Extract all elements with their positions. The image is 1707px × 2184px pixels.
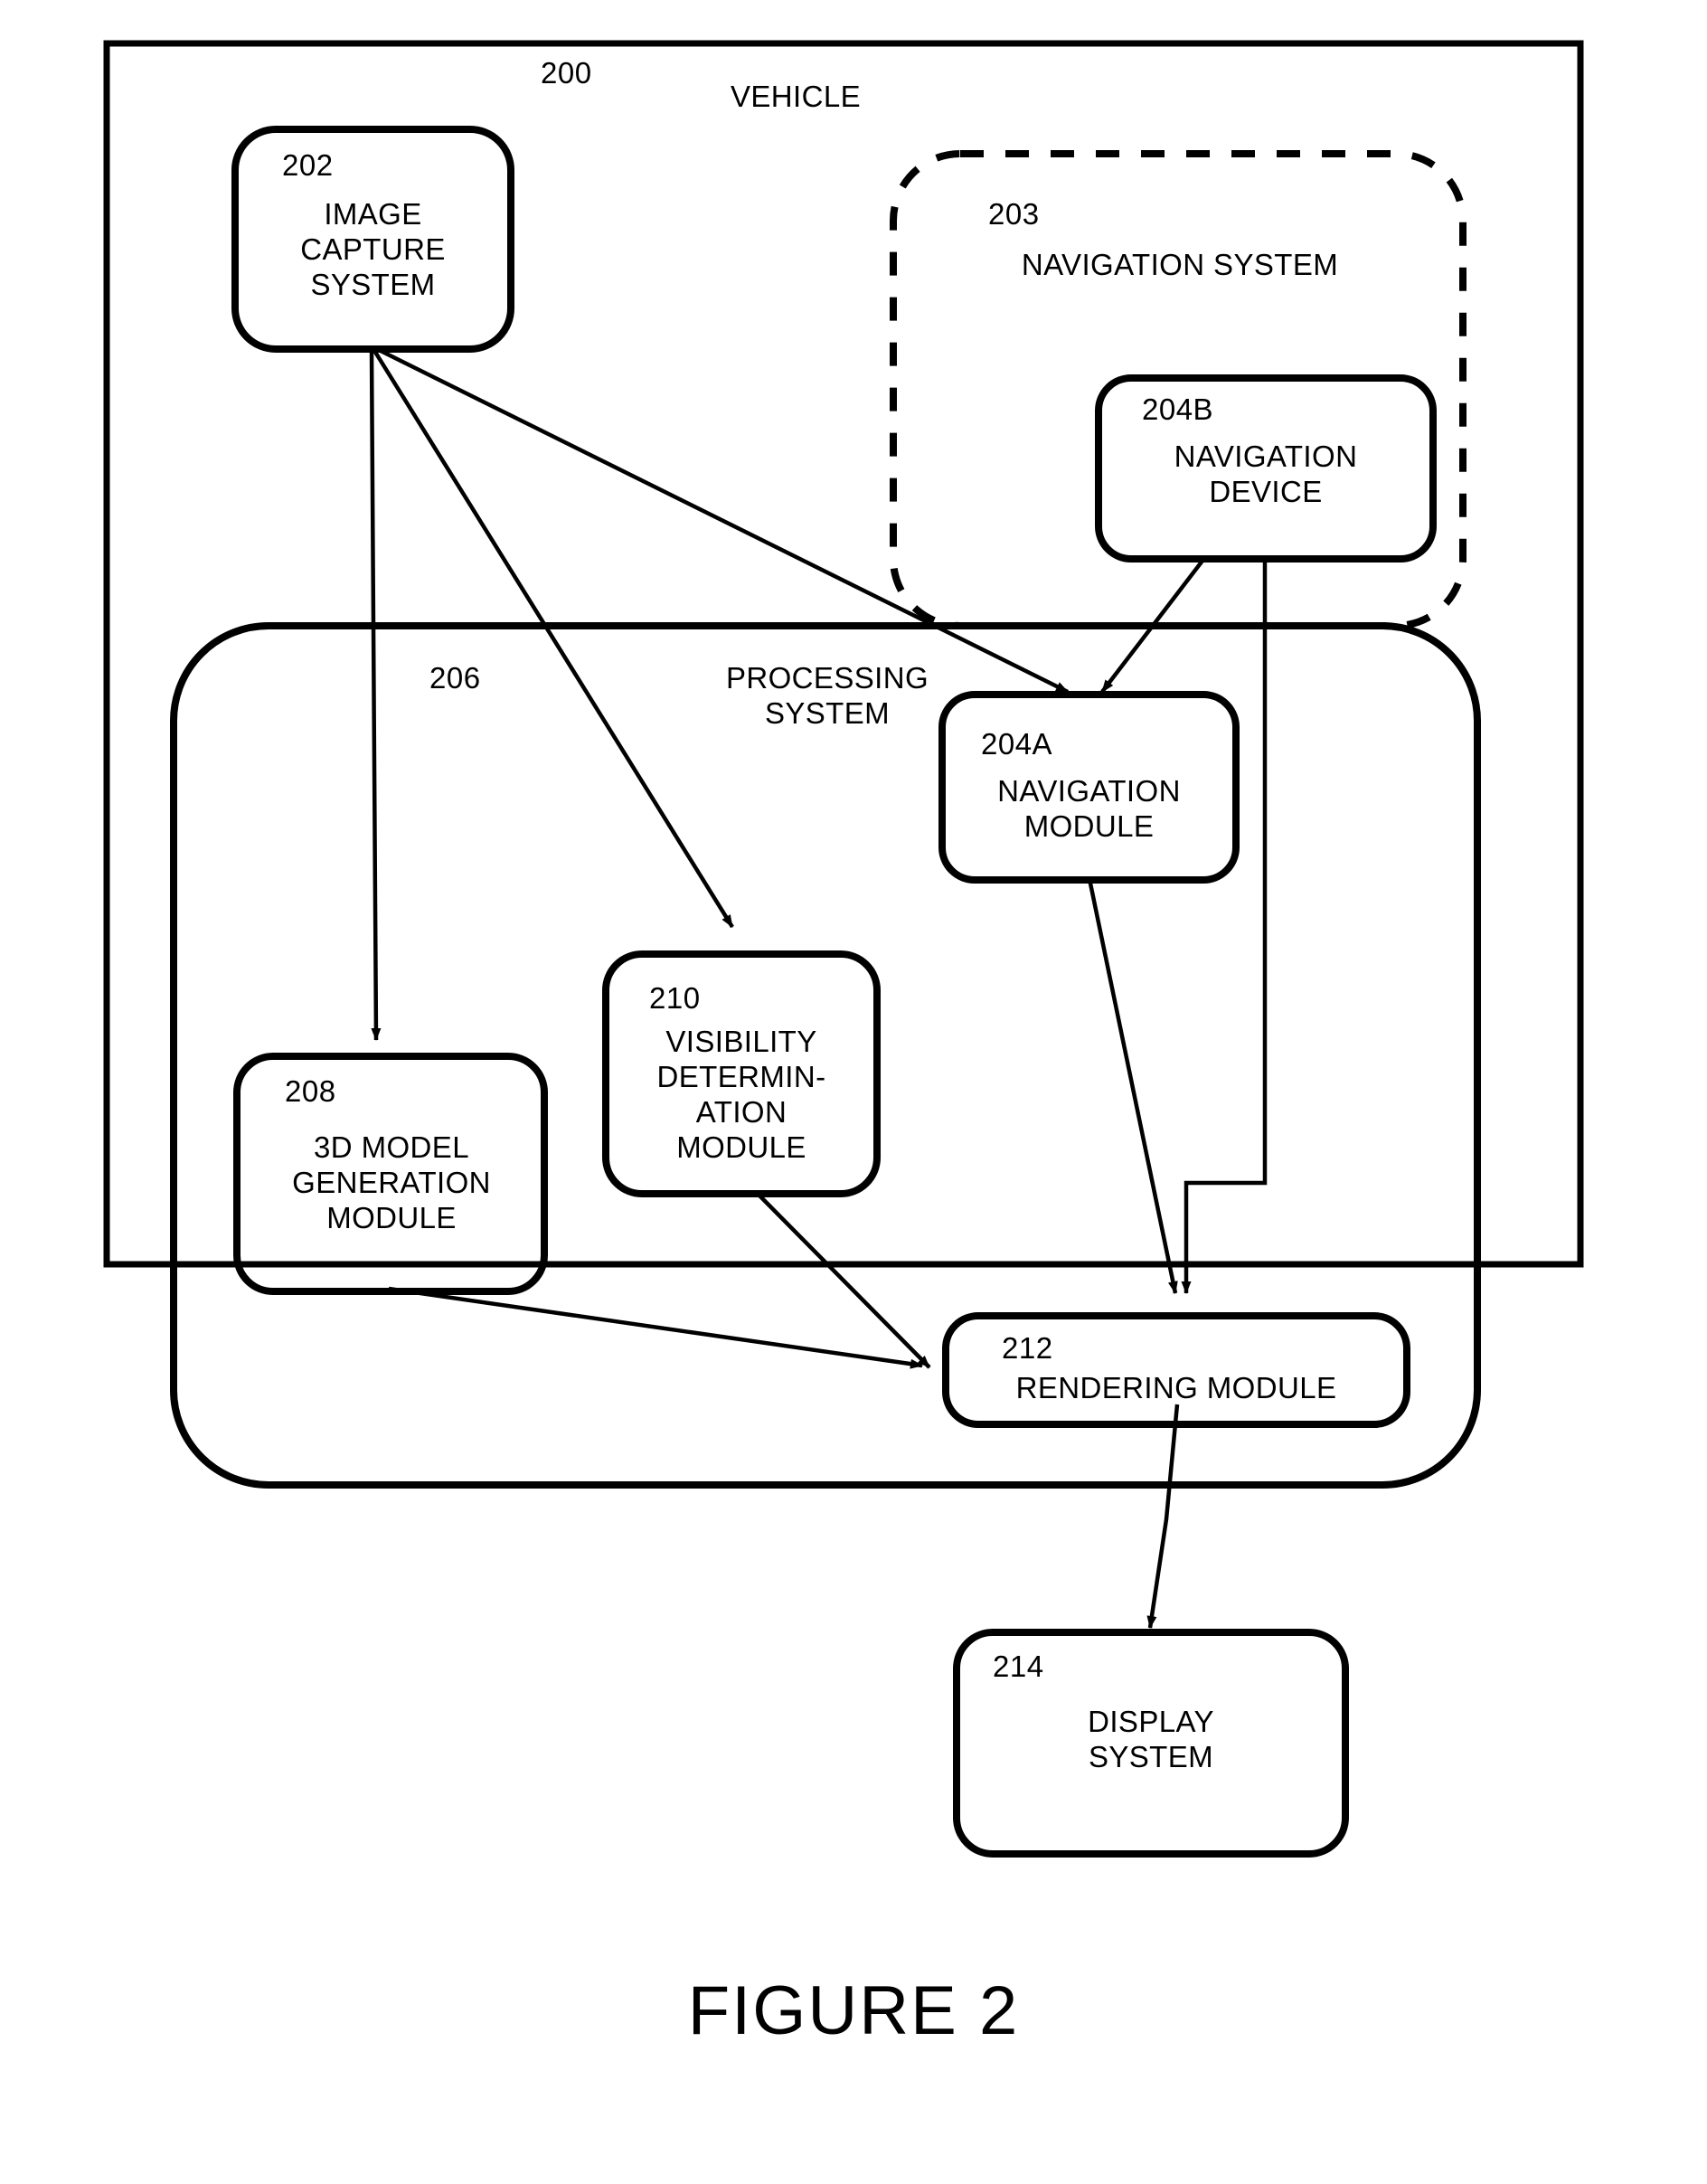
ref-202: 202 bbox=[282, 148, 334, 182]
navigation-system-label: NAVIGATION SYSTEM bbox=[1021, 248, 1339, 281]
edge-212-to-214 bbox=[1146, 1404, 1180, 1629]
rendering-module-label: RENDERING MODULE bbox=[1015, 1371, 1337, 1404]
navigation-system-group-border bbox=[890, 150, 1467, 629]
edge-210-to-212 bbox=[756, 1192, 931, 1369]
ref-212: 212 bbox=[1002, 1331, 1053, 1365]
ref-204b: 204B bbox=[1142, 392, 1214, 426]
visibility-determination-module-label: VISIBILITY DETERMIN- ATION MODULE bbox=[656, 1025, 826, 1164]
patent-figure: 200 VEHICLE 202 IMAGE CAPTURE SYSTEM 203… bbox=[0, 0, 1707, 2184]
edge-208-to-212 bbox=[388, 1286, 923, 1369]
ref-203: 203 bbox=[988, 197, 1040, 231]
image-capture-system-label: IMAGE CAPTURE SYSTEM bbox=[300, 197, 446, 301]
ref-206: 206 bbox=[429, 661, 481, 695]
vehicle-label: VEHICLE bbox=[730, 80, 862, 113]
ref-214: 214 bbox=[993, 1650, 1044, 1683]
figure-caption: FIGURE 2 bbox=[687, 1972, 1020, 2049]
navigation-module-label: NAVIGATION MODULE bbox=[997, 774, 1181, 843]
ref-204a: 204A bbox=[981, 727, 1053, 761]
navigation-device-label: NAVIGATION DEVICE bbox=[1174, 440, 1358, 508]
edge-204a-to-212 bbox=[1087, 878, 1178, 1294]
edge-204b-to-212 bbox=[1181, 559, 1268, 1294]
ref-200: 200 bbox=[541, 56, 592, 90]
processing-system-label: PROCESSING SYSTEM bbox=[725, 661, 929, 730]
edge-202-to-208 bbox=[369, 348, 382, 1041]
display-system-label: DISPLAY SYSTEM bbox=[1088, 1705, 1214, 1773]
three-d-model-generation-module-label: 3D MODEL GENERATION MODULE bbox=[292, 1130, 491, 1234]
ref-208: 208 bbox=[285, 1074, 336, 1108]
ref-210: 210 bbox=[649, 981, 701, 1015]
